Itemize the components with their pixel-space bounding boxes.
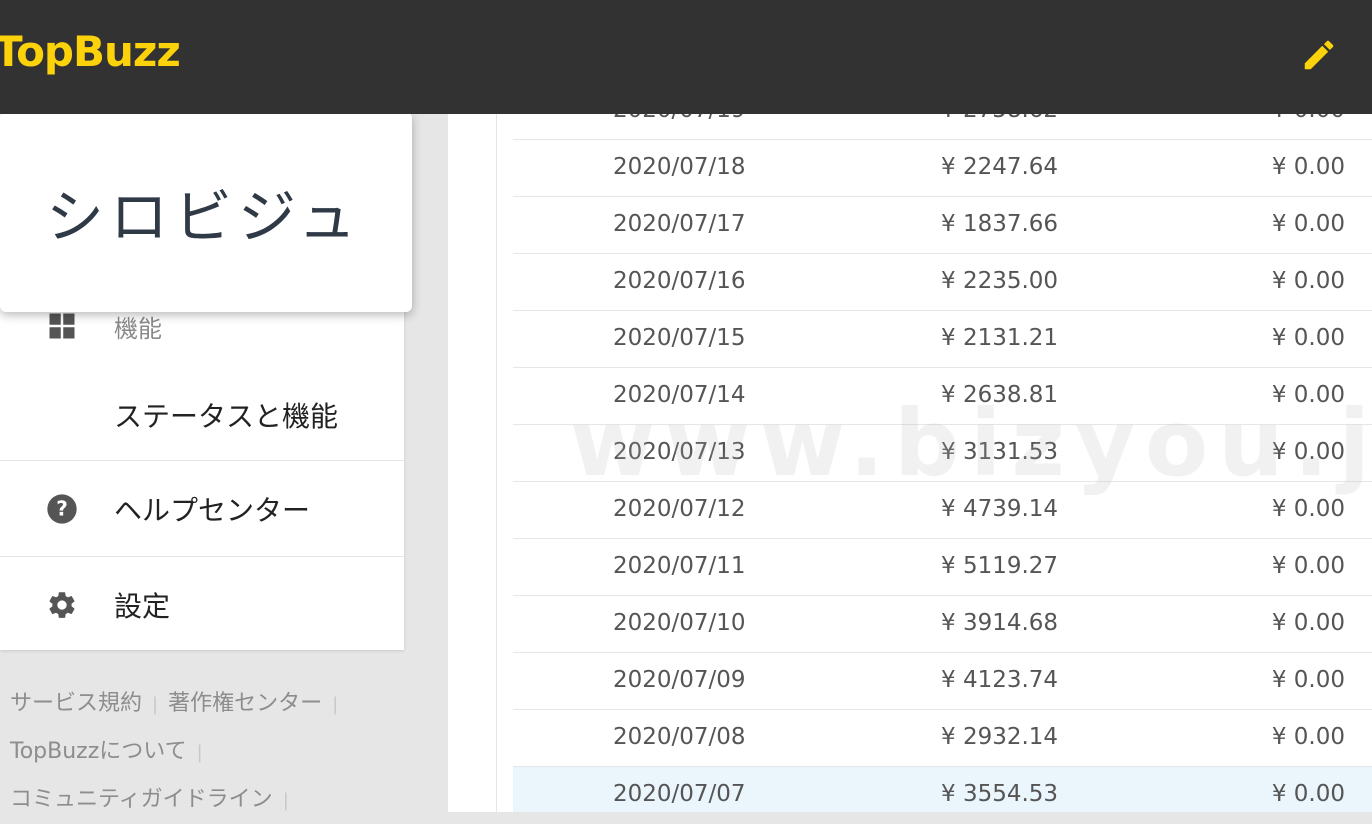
row-date: 2020/07/08 [613,724,746,750]
row-other-amount: ¥ 0.00 [1271,781,1345,807]
sidebar-item-status[interactable]: ステータスと機能 [0,386,404,444]
footer-separator: | [282,790,289,811]
footer-separator: | [152,694,159,715]
row-date: 2020/07/07 [613,781,746,807]
sidebar-item-features[interactable]: 機能 [0,306,404,346]
row-revenue: ¥ 3131.53 [941,439,1059,465]
sidebar-item-features-label: 機能 [114,314,162,343]
sidebar-item-settings[interactable]: 設定 [0,576,404,634]
row-revenue: ¥ 4123.74 [941,667,1059,693]
table-row: 2020/07/16 ¥ 2235.00 ¥ 0.00 [513,254,1372,311]
row-revenue: ¥ 2131.21 [941,325,1059,351]
table-row: 2020/07/17 ¥ 1837.66 ¥ 0.00 [513,197,1372,254]
table-row: 2020/07/13 ¥ 3131.53 ¥ 0.00 [513,425,1372,482]
row-other-amount: ¥ 0.00 [1271,211,1345,237]
pencil-icon [1304,40,1334,70]
table-row: 2020/07/07 ¥ 3554.53 ¥ 0.00 [513,767,1372,812]
row-date: 2020/07/12 [613,496,746,522]
row-other-amount: ¥ 0.00 [1271,724,1345,750]
table-row: 2020/07/10 ¥ 3914.68 ¥ 0.00 [513,596,1372,653]
row-revenue: ¥ 2932.14 [941,724,1059,750]
row-other-amount: ¥ 0.00 [1271,154,1345,180]
svg-text:?: ? [56,497,68,521]
footer-link-about[interactable]: TopBuzzについて [10,739,187,764]
row-date: 2020/07/19 [613,114,746,123]
profile-name: シロビジュ [46,183,362,251]
table-row: 2020/07/11 ¥ 5119.27 ¥ 0.00 [513,539,1372,596]
row-revenue: ¥ 2758.62 [941,114,1058,123]
table-row: 2020/07/15 ¥ 2131.21 ¥ 0.00 [513,311,1372,368]
edit-button[interactable] [1296,32,1342,78]
row-date: 2020/07/10 [613,610,746,636]
row-revenue: ¥ 3554.53 [941,781,1059,807]
row-date: 2020/07/18 [613,154,746,180]
row-revenue: ¥ 2247.64 [941,154,1059,180]
row-date: 2020/07/11 [613,553,746,579]
row-date: 2020/07/14 [613,382,746,408]
footer-link-terms[interactable]: サービス規約 [10,691,142,716]
row-other-amount: ¥ 0.00 [1271,667,1345,693]
sidebar-item-help-label: ヘルプセンター [114,494,311,527]
topbuzz-logo[interactable]: TopBuzz [0,26,181,78]
sidebar-item-settings-label: 設定 [114,590,171,623]
earnings-table: 2020/07/19 ¥ 2758.62 ¥ 0.00 2020/07/18 ¥ 224… [496,114,1372,812]
sidebar-item-help[interactable]: ? ヘルプセンター [0,480,404,538]
row-other-amount: ¥ 0.00 [1272,114,1345,123]
menu-divider [0,556,404,557]
row-other-amount: ¥ 0.00 [1271,439,1345,465]
table-row: 2020/07/19 ¥ 2758.62 ¥ 0.00 [513,114,1372,140]
row-other-amount: ¥ 0.00 [1271,496,1345,522]
row-revenue: ¥ 4739.14 [941,496,1059,522]
gear-icon [46,589,78,621]
table-row: 2020/07/18 ¥ 2247.64 ¥ 0.00 [513,140,1372,197]
footer-separator: | [332,694,339,715]
table-row: 2020/07/14 ¥ 2638.81 ¥ 0.00 [513,368,1372,425]
help-icon: ? [46,493,78,525]
row-other-amount: ¥ 0.00 [1271,268,1345,294]
dashboard-icon [46,310,78,342]
footer-separator: | [196,742,203,763]
row-other-amount: ¥ 0.00 [1271,325,1345,351]
row-other-amount: ¥ 0.00 [1271,553,1345,579]
footer-link-copyright[interactable]: 著作権センター [168,691,322,716]
row-date: 2020/07/13 [613,439,746,465]
table-row: 2020/07/12 ¥ 4739.14 ¥ 0.00 [513,482,1372,539]
row-other-amount: ¥ 0.00 [1271,382,1345,408]
row-revenue: ¥ 5119.27 [941,553,1059,579]
table-row: 2020/07/08 ¥ 2932.14 ¥ 0.00 [513,710,1372,767]
row-other-amount: ¥ 0.00 [1271,610,1345,636]
row-date: 2020/07/16 [613,268,746,294]
row-revenue: ¥ 3914.68 [941,610,1059,636]
footer-links: サービス規約 | 著作権センター | TopBuzzについて | コミュニティガイドライ… [10,680,410,824]
row-date: 2020/07/09 [613,667,746,693]
row-revenue: ¥ 2638.81 [941,382,1059,408]
footer-link-community[interactable]: コミュニティガイドライン [10,787,273,812]
sidebar-item-status-label: ステータスと機能 [114,400,339,433]
row-revenue: ¥ 2235.00 [941,268,1059,294]
menu-divider [0,460,404,461]
row-date: 2020/07/15 [613,325,746,351]
table-row: 2020/07/09 ¥ 4123.74 ¥ 0.00 [513,653,1372,710]
top-bar: TopBuzz [0,0,1372,114]
row-revenue: ¥ 1837.66 [941,211,1059,237]
row-date: 2020/07/17 [613,211,746,237]
